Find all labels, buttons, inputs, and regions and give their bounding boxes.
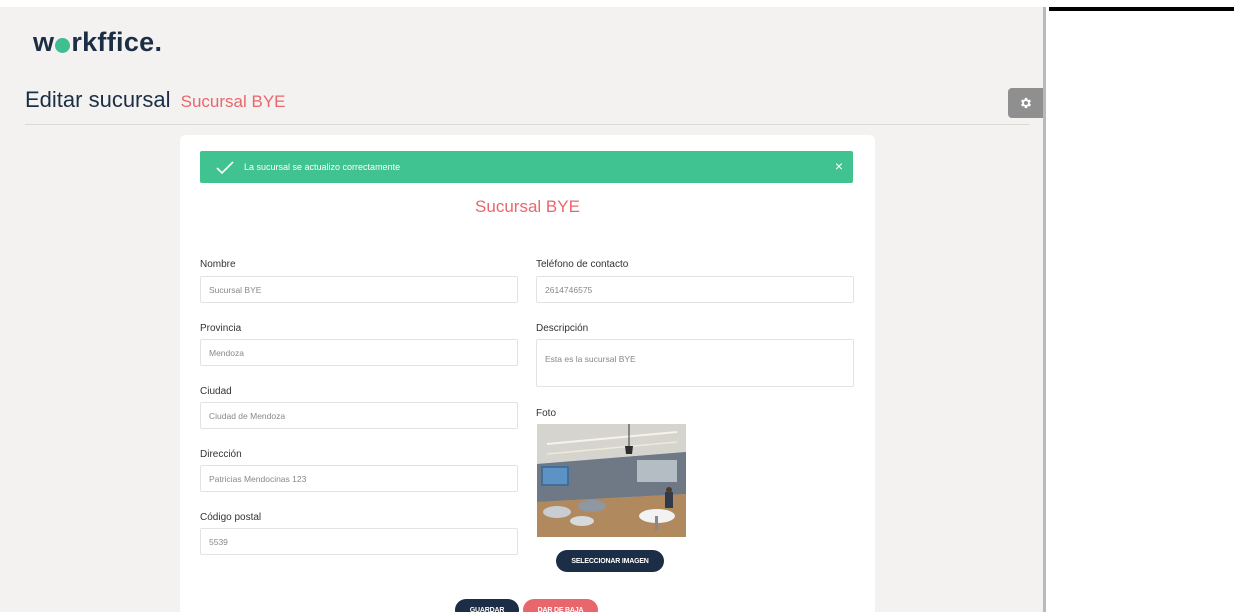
codigo-postal-input[interactable]: 5539 (200, 528, 518, 555)
app-window: w rkffice. Editar sucursal Sucursal BYE L… (0, 7, 1043, 612)
branch-photo (537, 424, 686, 537)
top-edge-rule (1049, 7, 1234, 11)
header-divider (25, 124, 1030, 125)
page-title: Editar sucursal Sucursal BYE (25, 87, 286, 113)
success-alert: La sucursal se actualizo correctamente × (200, 151, 853, 183)
telefono-input[interactable]: 2614746575 (536, 276, 854, 303)
nombre-input[interactable]: Sucursal BYE (200, 276, 518, 303)
ciudad-label: Ciudad (200, 386, 232, 397)
direccion-input[interactable]: Patricias Mendocinas 123 (200, 465, 518, 492)
provincia-label: Provincia (200, 323, 242, 334)
close-icon[interactable]: × (835, 159, 843, 173)
form-title: Sucursal BYE (475, 197, 580, 216)
branch-form-card: La sucursal se actualizo correctamente ×… (180, 135, 875, 612)
descripcion-value: Esta es la sucursal BYE (545, 354, 636, 364)
check-icon (216, 161, 234, 175)
ciudad-input[interactable]: Ciudad de Mendoza (200, 402, 518, 429)
provincia-value: Mendoza (209, 347, 244, 358)
deactivate-button[interactable]: DAR DE BAJA (523, 599, 598, 612)
codigo-postal-label: Código postal (200, 512, 262, 523)
nombre-label: Nombre (200, 259, 236, 270)
direccion-value: Patricias Mendocinas 123 (209, 473, 307, 484)
alert-message: La sucursal se actualizo correctamente (244, 162, 401, 172)
direccion-label: Dirección (200, 449, 242, 460)
window-edge (1043, 7, 1046, 612)
descripcion-label: Descripción (536, 323, 589, 334)
page-title-text: Editar sucursal (25, 87, 171, 112)
workffice-logo[interactable]: w rkffice. (33, 27, 162, 58)
ciudad-value: Ciudad de Mendoza (209, 410, 286, 421)
provincia-input[interactable]: Mendoza (200, 339, 518, 366)
telefono-label: Teléfono de contacto (536, 259, 629, 270)
telefono-value: 2614746575 (545, 284, 593, 295)
page-subtitle: Sucursal BYE (180, 92, 286, 111)
logo-text-start: w (33, 27, 55, 57)
select-image-button[interactable]: SELECCIONAR IMAGEN (556, 550, 664, 572)
nombre-value: Sucursal BYE (209, 284, 262, 295)
descripcion-textarea[interactable]: Esta es la sucursal BYE (536, 339, 854, 387)
save-button[interactable]: GUARDAR (455, 599, 519, 612)
settings-button[interactable] (1008, 88, 1043, 118)
logo-text-end: rkffice. (71, 27, 163, 57)
gear-icon (1020, 97, 1031, 109)
foto-label: Foto (536, 408, 557, 419)
office-photo-illustration (537, 424, 686, 537)
codigo-postal-value: 5539 (209, 536, 228, 547)
logo-dot-icon (55, 38, 71, 53)
